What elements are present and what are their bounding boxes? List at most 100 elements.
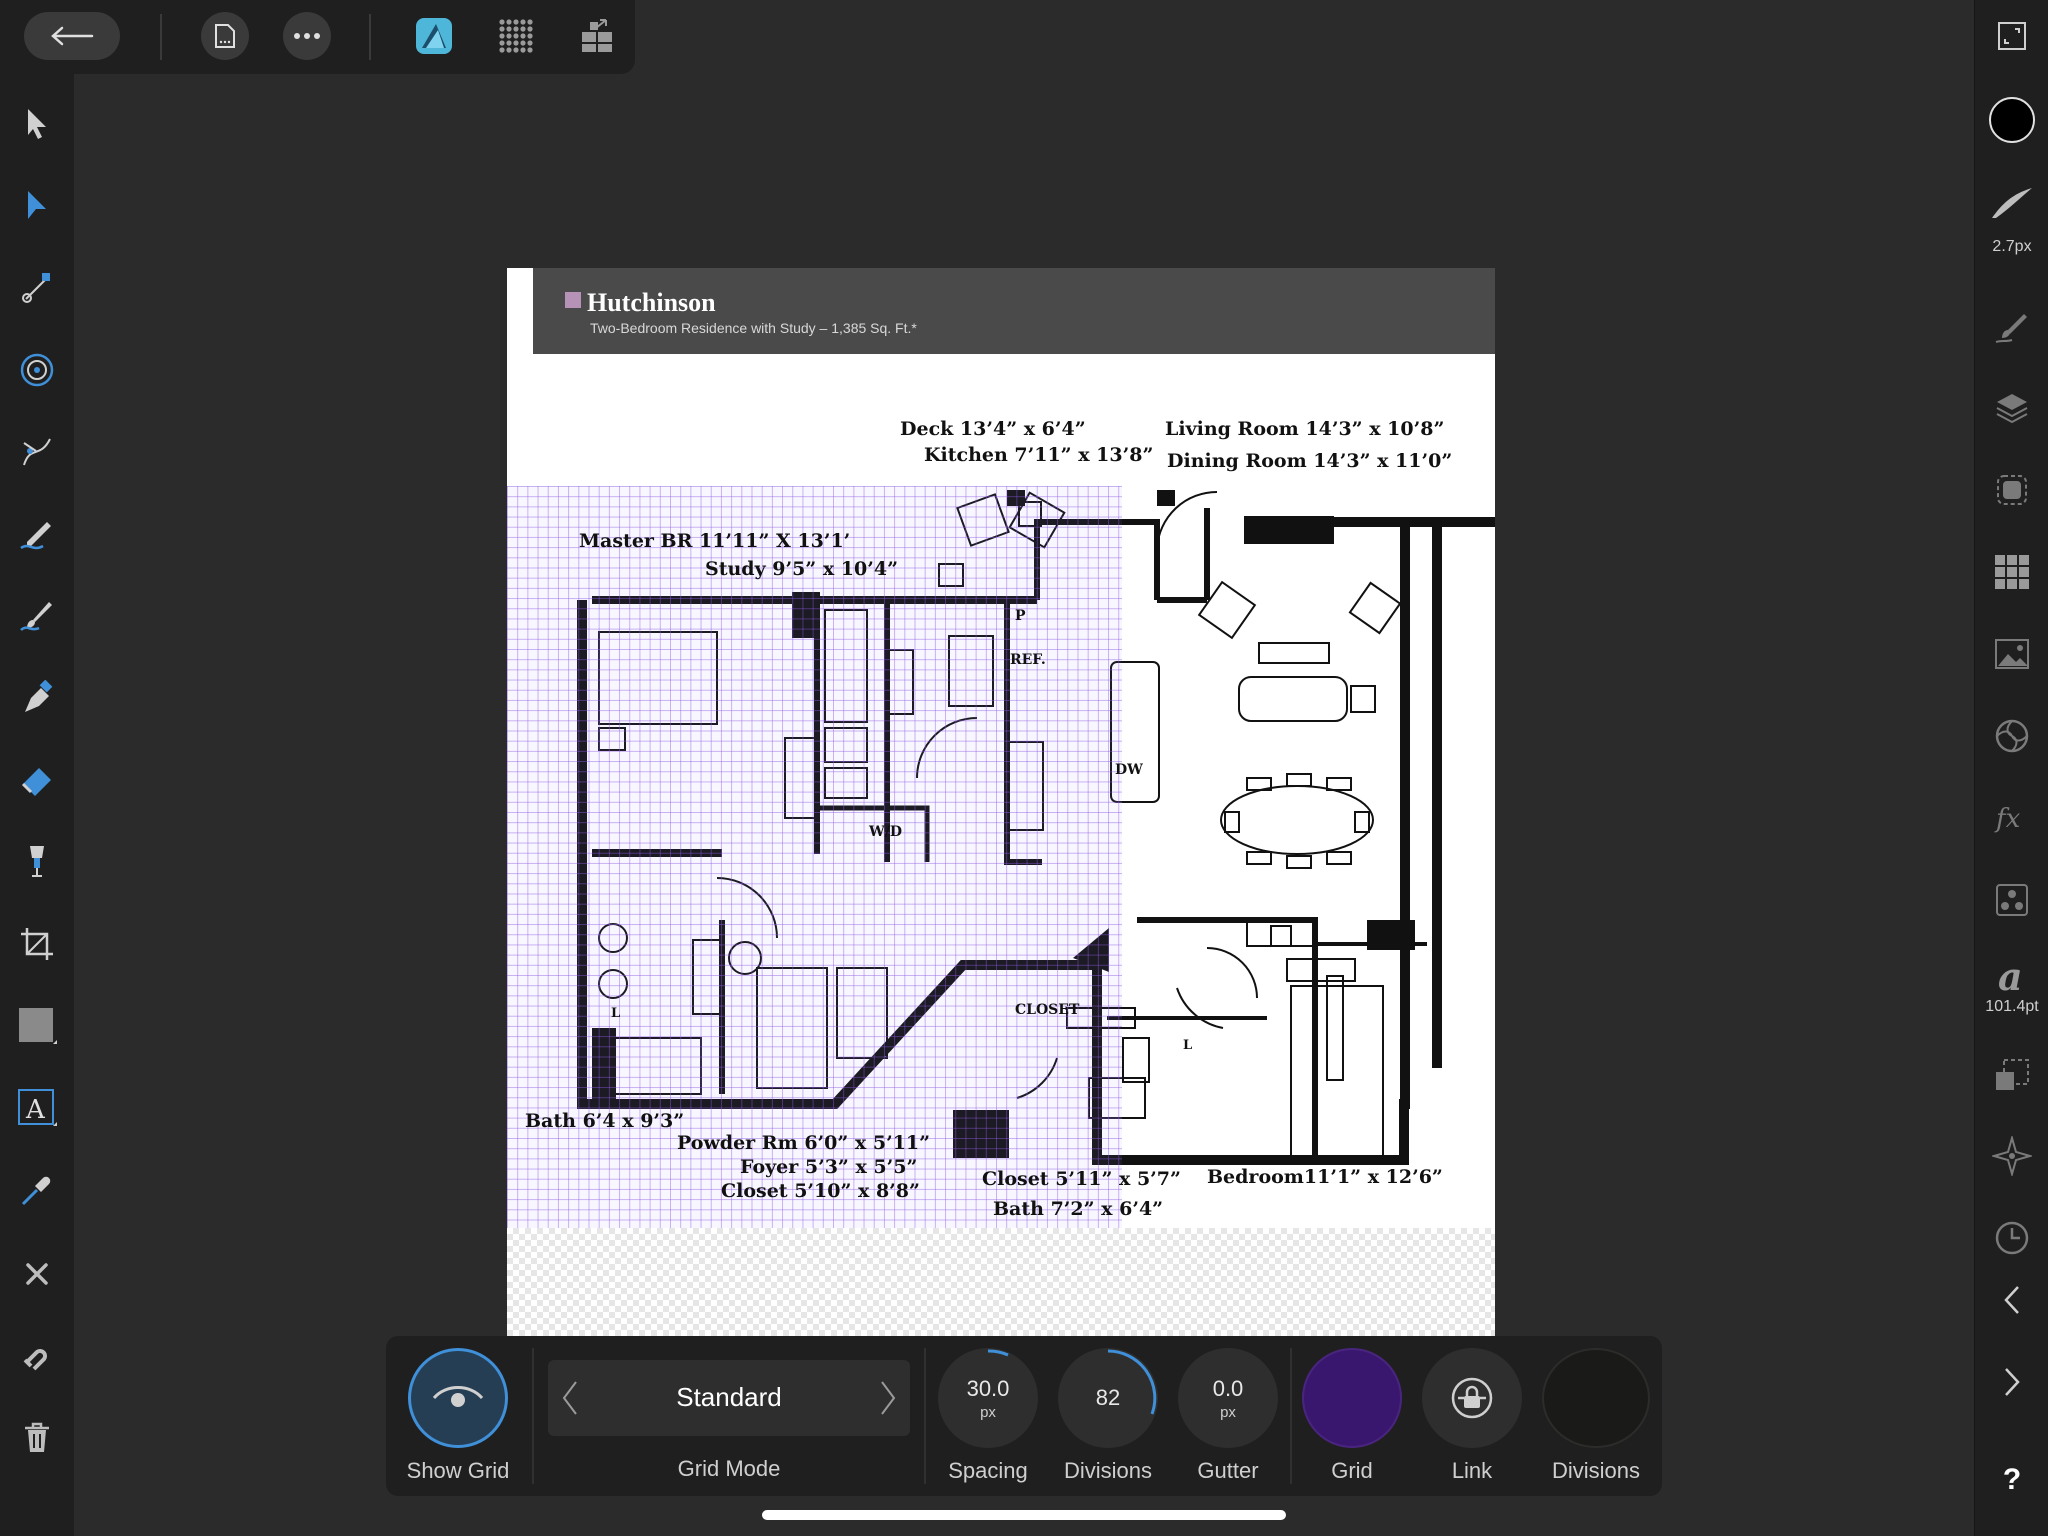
- export-persona-button[interactable]: [574, 12, 622, 60]
- chevron-left-icon: [2004, 1286, 2019, 1314]
- label-bath-1: Bath 6’4 x 9’3”: [525, 1110, 685, 1132]
- divisions-label: Divisions: [1063, 1458, 1153, 1483]
- navigator-studio[interactable]: [1988, 1132, 2036, 1180]
- delete-button[interactable]: [13, 1414, 61, 1462]
- corner-tool-icon: [22, 273, 50, 303]
- label-bedroom: Bedroom11’1” x 12’6”: [1207, 1166, 1443, 1188]
- grid-studio[interactable]: [1988, 548, 2036, 596]
- fill-tool[interactable]: [13, 756, 61, 804]
- grid-mode-selector[interactable]: Standard: [548, 1360, 910, 1436]
- pixel-persona-button[interactable]: [492, 12, 540, 60]
- collapse-left-button[interactable]: [1988, 1276, 2036, 1324]
- clock-icon: [1995, 1221, 2029, 1255]
- grid-mode-value: Standard: [676, 1382, 782, 1412]
- pen-nib-tool[interactable]: [13, 674, 61, 722]
- brush-width-button[interactable]: [1988, 178, 2036, 226]
- tools-panel: A: [0, 74, 74, 1536]
- gutter-value: 0.0: [1212, 1375, 1244, 1401]
- close-icon: [26, 1263, 48, 1285]
- studio-panel: 2.7px fx a 101.4pt ?: [1974, 0, 2048, 1536]
- grid-icon: [1995, 555, 2029, 589]
- compass-icon: [1992, 1136, 2032, 1176]
- label-powder-room: Powder Rm 6’0” x 5’11”: [677, 1132, 931, 1154]
- document-icon: [215, 24, 235, 48]
- transparency-tool-icon: [30, 846, 44, 877]
- dial-arc-icon: [1107, 1349, 1157, 1415]
- arrow-left-icon: [51, 26, 94, 46]
- transparency-tool[interactable]: [13, 838, 61, 886]
- symbols-icon: [1996, 884, 2028, 916]
- brush-size-readout: 2.7px: [1992, 238, 2032, 255]
- grid-color-label: Grid: [1331, 1458, 1373, 1483]
- fx-icon: fx: [1994, 804, 2021, 833]
- corner-tool[interactable]: [13, 264, 61, 312]
- selection-studio[interactable]: [1988, 466, 2036, 514]
- shape-tool-icon: [19, 1008, 57, 1044]
- gutter-unit: px: [1220, 1403, 1236, 1421]
- chevron-right-icon[interactable]: [878, 1380, 898, 1416]
- svg-text:a: a: [1998, 956, 2023, 996]
- point-transform-tool[interactable]: [13, 346, 61, 394]
- color-studio[interactable]: [1988, 712, 2036, 760]
- divisions-dial[interactable]: 82: [1058, 1348, 1158, 1448]
- help-button[interactable]: ?: [1988, 1456, 2036, 1504]
- link-label: Link: [1451, 1458, 1493, 1483]
- crop-tool[interactable]: [13, 920, 61, 968]
- brushes-studio[interactable]: [1988, 302, 2036, 350]
- text-styles-studio[interactable]: a: [1988, 952, 2036, 1000]
- label-bath-2: Bath 7’2” x 6’4”: [993, 1198, 1164, 1220]
- color-picker-tool[interactable]: [13, 1166, 61, 1214]
- pencil-tool-icon: [20, 522, 51, 550]
- label-kitchen: Kitchen 7’11” x 13’8”: [924, 444, 1154, 466]
- snapping-button[interactable]: [13, 1332, 61, 1380]
- transform-studio[interactable]: [1988, 1050, 2036, 1098]
- brush-stroke-icon: [1992, 188, 2032, 218]
- shape-tool[interactable]: [13, 1002, 61, 1050]
- layers-studio[interactable]: [1988, 384, 2036, 432]
- label-linen-1: L: [611, 1006, 621, 1021]
- label-foyer: Foyer 5’3” x 5’5”: [740, 1156, 918, 1178]
- designer-persona-button[interactable]: [410, 12, 458, 60]
- label-living-room: Living Room 14’3” x 10’8”: [1165, 418, 1445, 440]
- home-indicator[interactable]: [762, 1510, 1286, 1520]
- canvas-document[interactable]: Hutchinson Two-Bedroom Residence with St…: [507, 268, 1495, 1336]
- color-well-icon: [1989, 97, 2035, 143]
- document-button[interactable]: [201, 12, 249, 60]
- move-tool[interactable]: [13, 100, 61, 148]
- pen-tool[interactable]: [13, 428, 61, 476]
- pencil-tool[interactable]: [13, 510, 61, 558]
- trash-icon: [25, 1422, 49, 1452]
- font-size-readout: 101.4pt: [1985, 998, 2039, 1015]
- link-toggle[interactable]: [1422, 1348, 1522, 1448]
- gutter-dial[interactable]: 0.0 px: [1178, 1348, 1278, 1448]
- selection-icon: [1997, 475, 2027, 505]
- back-button[interactable]: [24, 12, 120, 60]
- svg-text:A: A: [25, 1095, 46, 1125]
- color-picker-icon: [21, 1176, 51, 1206]
- show-grid-toggle[interactable]: [408, 1348, 508, 1448]
- fx-studio[interactable]: fx: [1988, 794, 2036, 842]
- spacing-dial[interactable]: 30.0 px: [938, 1348, 1038, 1448]
- grid-color-well[interactable]: [1302, 1348, 1402, 1448]
- text-tool[interactable]: A: [13, 1084, 61, 1132]
- crop-tool-icon: [21, 928, 53, 960]
- label-closet-1: Closet 5’10” x 8’8”: [721, 1180, 920, 1202]
- label-washer-dryer: W/D: [869, 824, 902, 840]
- vector-brush-tool[interactable]: [13, 592, 61, 640]
- symbols-studio[interactable]: [1988, 876, 2036, 924]
- expand-right-button[interactable]: [1988, 1358, 2036, 1406]
- color-swatch-button[interactable]: [1988, 96, 2036, 144]
- more-button[interactable]: [283, 12, 331, 60]
- text-tool-icon: A: [18, 1089, 57, 1126]
- node-tool[interactable]: [13, 182, 61, 230]
- toolbar-divider: [369, 14, 371, 60]
- divisions-color-well[interactable]: [1542, 1348, 1650, 1448]
- fullscreen-button[interactable]: [1988, 12, 2036, 60]
- stock-studio[interactable]: [1988, 630, 2036, 678]
- font-icon: a: [1998, 956, 2023, 996]
- designer-persona-icon: [416, 18, 452, 54]
- layers-icon: [1996, 394, 2028, 424]
- close-tool[interactable]: [13, 1250, 61, 1298]
- label-refrigerator: REF.: [1010, 652, 1046, 668]
- history-studio[interactable]: [1988, 1214, 2036, 1262]
